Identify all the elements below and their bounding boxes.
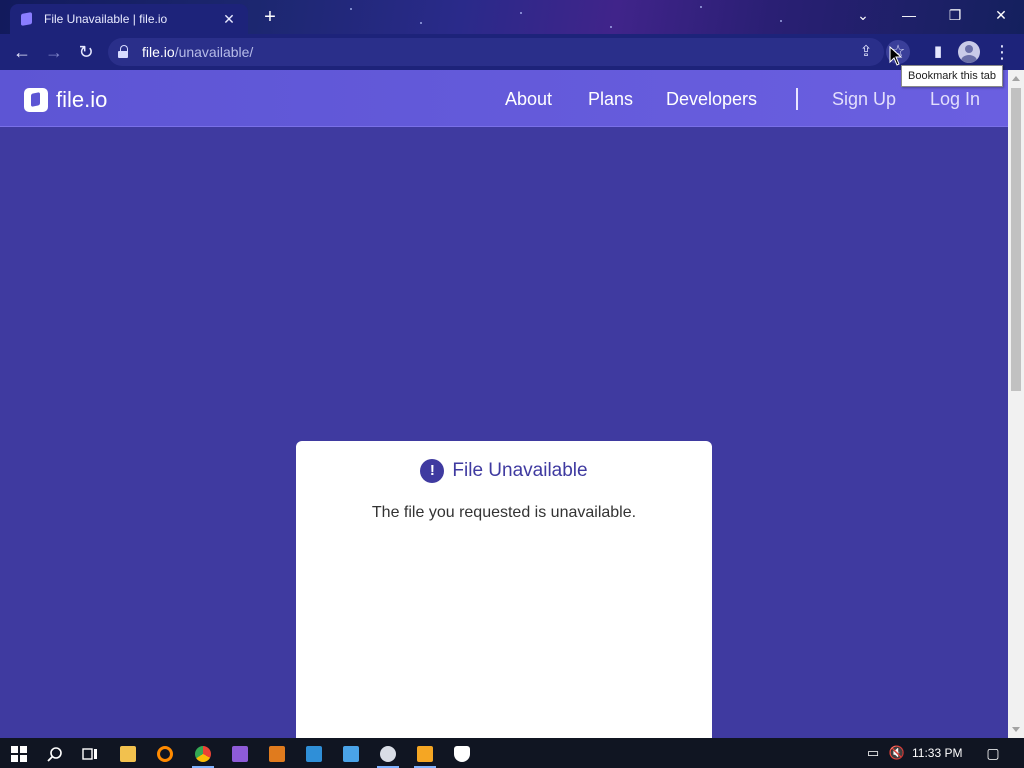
card-message: The file you requested is unavailable. — [371, 504, 637, 521]
tab-search-button[interactable]: ⌄ — [840, 0, 886, 32]
file-explorer-taskbar-button[interactable] — [113, 742, 143, 764]
tab-title: File Unavailable | file.io — [44, 12, 168, 26]
file-io-favicon-icon — [20, 12, 34, 26]
audio-app-icon — [306, 746, 322, 763]
card-header: ! File Unavailable — [296, 459, 712, 483]
globe-app-icon — [380, 746, 396, 763]
file-unavailable-card: ! File Unavailable The file you requeste… — [296, 441, 712, 738]
alert-icon: ! — [420, 459, 445, 483]
search-icon — [47, 747, 62, 762]
fl-studio-icon — [269, 746, 285, 763]
profile-avatar-icon[interactable] — [958, 41, 980, 63]
notifications-icon[interactable]: ▢ — [978, 742, 1008, 764]
nav-log-in-link[interactable]: Log In — [930, 89, 980, 110]
monitor-icon — [343, 746, 359, 763]
back-button[interactable]: ← — [10, 40, 34, 64]
background-star — [350, 8, 352, 10]
url-path: /unavailable/ — [174, 44, 254, 60]
browser-tab[interactable]: File Unavailable | file.io ✕ — [10, 4, 248, 34]
lock-icon[interactable] — [118, 45, 130, 59]
restore-button[interactable]: ❐ — [932, 0, 978, 32]
folder-icon — [120, 746, 136, 763]
dx-app-icon — [417, 746, 433, 763]
nav-about-link[interactable]: About — [505, 89, 552, 110]
page-scrollbar[interactable] — [1008, 70, 1024, 738]
search-app-taskbar-button[interactable] — [150, 742, 180, 764]
nav-plans-link[interactable]: Plans — [588, 89, 633, 110]
side-panel-icon[interactable]: ▮ — [926, 40, 950, 64]
nav-sign-up-link[interactable]: Sign Up — [832, 89, 896, 110]
remote-desktop-taskbar-button[interactable] — [336, 742, 366, 764]
forward-button[interactable]: → — [42, 40, 66, 64]
security-taskbar-button[interactable] — [447, 742, 477, 764]
card-title: File Unavailable — [452, 460, 588, 481]
taskbar-clock[interactable]: 11:33 PM — [912, 746, 962, 760]
background-star — [420, 22, 422, 24]
app-taskbar-button[interactable] — [373, 742, 403, 768]
background-star — [520, 12, 522, 14]
site-logo[interactable]: file.io — [24, 87, 107, 113]
scroll-up-icon[interactable] — [1012, 76, 1020, 81]
nav-divider — [796, 88, 798, 110]
magnifier-app-icon — [157, 746, 173, 763]
browser-toolbar: ← → ↻ file.io/unavailable/ ⇪ ☆ ▮ ⋮ — [0, 34, 1024, 70]
browser-menu-icon[interactable]: ⋮ — [990, 40, 1014, 64]
new-tab-button[interactable]: + — [258, 6, 282, 28]
shield-icon — [454, 746, 470, 763]
visual-studio-icon — [232, 746, 248, 763]
task-view-icon — [82, 748, 97, 760]
url-host: file.io — [142, 44, 175, 60]
app-taskbar-button[interactable] — [299, 742, 329, 764]
tab-close-icon[interactable]: ✕ — [220, 11, 238, 28]
search-button[interactable] — [40, 742, 70, 764]
bookmark-tooltip: Bookmark this tab — [901, 65, 1004, 87]
logo-text: file.io — [56, 87, 108, 112]
nav-developers-link[interactable]: Developers — [666, 89, 757, 110]
windows-taskbar: ▭ 🔇 11:33 PM ▢ — [0, 738, 1024, 768]
chrome-icon — [195, 746, 211, 763]
app-taskbar-button[interactable] — [262, 742, 292, 764]
chrome-taskbar-button[interactable] — [188, 742, 218, 768]
volume-muted-icon[interactable]: 🔇 — [882, 742, 912, 764]
start-button[interactable] — [4, 742, 34, 764]
address-bar[interactable]: file.io/unavailable/ — [108, 38, 884, 66]
minimize-button[interactable]: — — [886, 0, 932, 32]
task-view-button[interactable] — [75, 742, 105, 764]
visual-studio-taskbar-button[interactable] — [225, 742, 255, 764]
reload-button[interactable]: ↻ — [74, 40, 98, 64]
share-icon[interactable]: ⇪ — [854, 40, 878, 64]
background-star — [610, 26, 612, 28]
app-taskbar-button[interactable] — [410, 742, 440, 768]
site-header: file.io About Plans Developers Sign Up L… — [0, 70, 1008, 127]
close-window-button[interactable]: ✕ — [978, 0, 1024, 32]
background-star — [780, 20, 782, 22]
windows-logo-icon — [11, 746, 27, 763]
background-star — [700, 6, 702, 8]
web-page: file.io About Plans Developers Sign Up L… — [0, 70, 1008, 738]
scrollbar-thumb[interactable] — [1011, 88, 1021, 391]
scroll-down-icon[interactable] — [1012, 727, 1020, 732]
browser-title-bar: File Unavailable | file.io ✕ + ⌄ — ❐ ✕ — [0, 0, 1024, 34]
mouse-cursor-icon — [889, 46, 903, 66]
file-io-logo-icon — [24, 88, 48, 112]
